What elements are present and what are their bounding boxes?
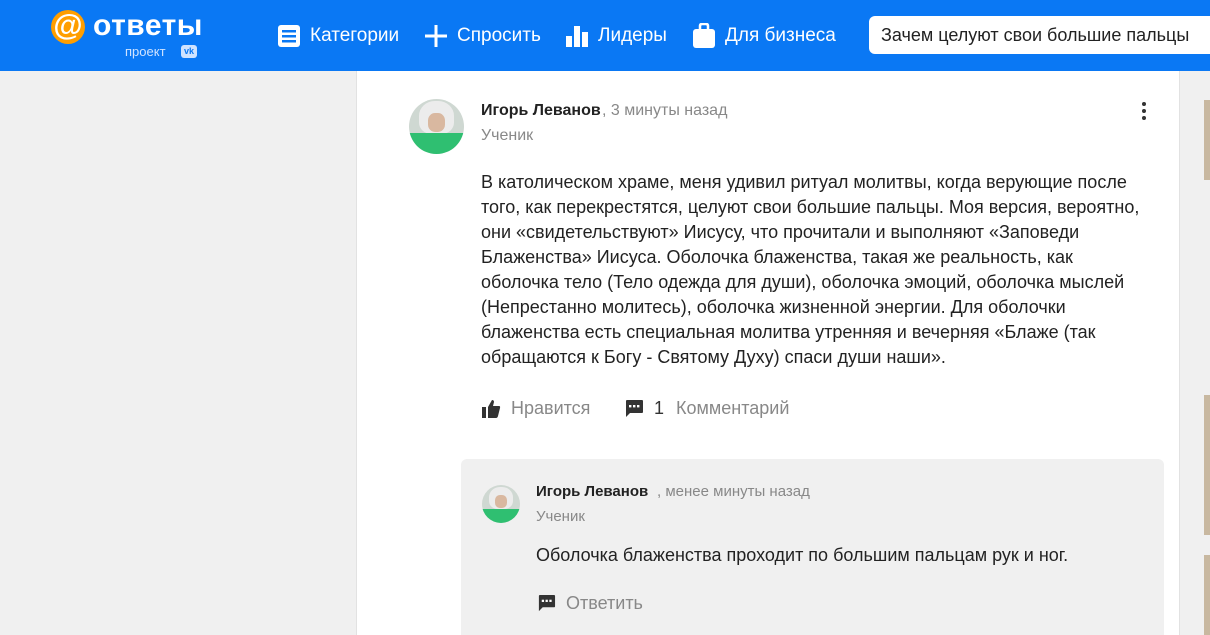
reply-label: Ответить (566, 593, 643, 613)
comment-icon (538, 594, 556, 612)
reply-button[interactable]: Ответить (537, 593, 643, 614)
list-icon (278, 25, 300, 47)
logo-subtitle: проект (125, 44, 166, 59)
at-sign-icon: @ (51, 10, 85, 44)
logo-wordmark: ответы (93, 9, 203, 42)
like-button[interactable]: Нравится (481, 398, 590, 419)
comment-count: 1 (654, 398, 665, 418)
answer-author-name[interactable]: Игорь Леванов (481, 102, 601, 120)
comment-author-name[interactable]: Игорь Леванов (536, 483, 648, 500)
top-header: @ ответы проект vk Категории Спросить Ли… (0, 0, 1210, 71)
nav-leaders-label: Лидеры (598, 25, 667, 46)
right-ad-image-2[interactable] (1204, 395, 1210, 535)
answer-text: В католическом храме, меня удивил ритуал… (481, 172, 1140, 367)
nav-categories-label: Категории (310, 25, 400, 46)
comment-icon (626, 399, 643, 417)
bar-chart-icon (566, 26, 588, 47)
answer-timestamp: , 3 минуты назад (602, 102, 728, 119)
nav-categories[interactable]: Категории (277, 20, 399, 52)
nav-ask[interactable]: Спросить (424, 20, 541, 52)
right-ad-image[interactable] (1204, 100, 1210, 180)
plus-icon (425, 25, 447, 47)
comment-label: Комментарий (676, 398, 790, 418)
nav-ask-label: Спросить (457, 25, 541, 46)
nav-leaders[interactable]: Лидеры (565, 20, 667, 52)
search-input[interactable] (869, 16, 1210, 54)
comment-text: Оболочка блаженства проходит по большим … (536, 545, 1069, 565)
comment-avatar[interactable] (482, 485, 520, 523)
nav-business[interactable]: Для бизнеса (692, 20, 836, 52)
avatar[interactable] (409, 99, 464, 154)
like-label: Нравится (511, 398, 591, 418)
right-ad-image-3[interactable] (1204, 555, 1210, 635)
more-options-icon[interactable] (1138, 102, 1150, 124)
answer-author-rank: Ученик (481, 127, 534, 144)
comment-timestamp: , менее минуты назад (657, 483, 810, 500)
left-sidebar (0, 71, 355, 635)
otvety-logo[interactable]: @ ответы проект vk (51, 9, 211, 62)
thumbs-up-icon (482, 399, 501, 418)
comments-button[interactable]: 1 Комментарий (624, 398, 789, 419)
nav-business-label: Для бизнеса (725, 25, 836, 46)
briefcase-icon (693, 23, 715, 48)
vk-badge-icon: vk (181, 45, 197, 58)
comment-author-rank: Ученик (536, 508, 585, 525)
